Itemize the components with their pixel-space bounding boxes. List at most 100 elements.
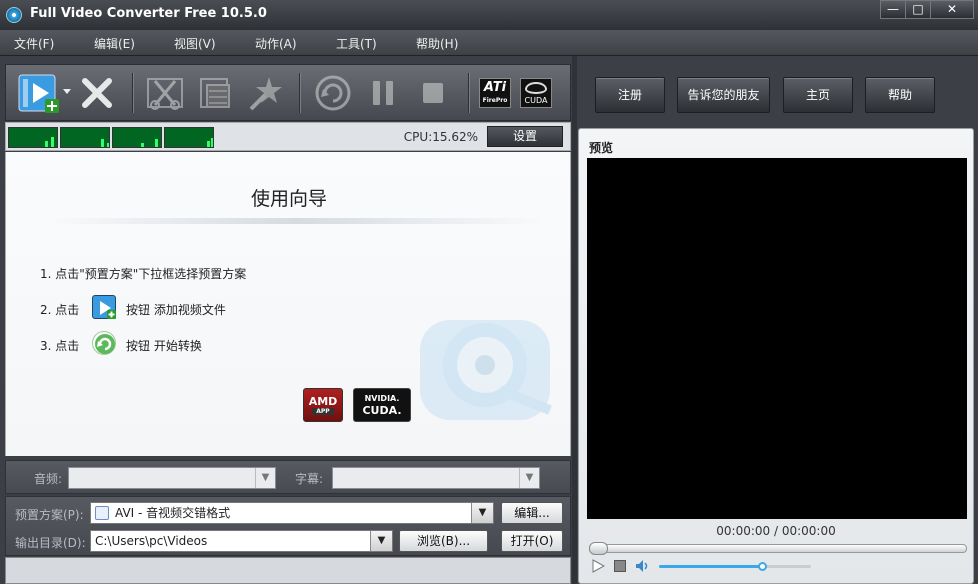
seek-thumb[interactable]: [589, 542, 608, 555]
cut-button[interactable]: [144, 71, 186, 115]
guide-step-2-suffix: 按钮 添加视频文件: [126, 303, 226, 317]
convert-hint-icon: [92, 331, 116, 355]
status-strip: CPU:15.62% 设置: [5, 122, 571, 151]
toolbar-separator: [132, 73, 133, 113]
audio-label: 音频:: [34, 472, 63, 486]
edit-preset-button[interactable]: 编辑...: [501, 502, 563, 524]
stop-icon[interactable]: [613, 559, 627, 573]
remove-icon: [82, 78, 112, 108]
browse-button[interactable]: 浏览(B)...: [399, 530, 488, 552]
nvidia-cuda-badge: NVIDIA. CUDA.: [353, 388, 411, 422]
nvidia-cuda-icon: CUDA: [520, 78, 552, 108]
effect-button[interactable]: [244, 71, 286, 115]
nvidia-cuda-label: CUDA.: [362, 404, 402, 417]
app-logo-icon: [6, 7, 22, 23]
chevron-down-icon: ▼: [370, 531, 392, 551]
ati-label: ATi: [483, 80, 507, 95]
minimize-button[interactable]: —: [880, 0, 906, 19]
guide-step-3-prefix: 3. 点击: [40, 339, 80, 353]
volume-thumb[interactable]: [758, 562, 767, 571]
pane-divider[interactable]: [572, 56, 577, 584]
menu-help[interactable]: 帮助(H): [416, 35, 458, 52]
guide-title: 使用向导: [250, 188, 327, 210]
cuda-label: CUDA: [524, 96, 548, 105]
tell-friend-button[interactable]: 告诉您的朋友: [677, 77, 770, 113]
cut-icon: [147, 78, 183, 110]
ati-firepro-icon: ATi FirePro: [479, 78, 511, 108]
chevron-down-icon: ▼: [255, 468, 275, 488]
stop-icon: [423, 83, 443, 103]
convert-button[interactable]: [312, 71, 354, 115]
menu-action[interactable]: 动作(A): [255, 35, 297, 52]
seek-bar[interactable]: [589, 544, 967, 553]
menu-view[interactable]: 视图(V): [174, 35, 216, 52]
preview-screen: [587, 158, 967, 519]
preset-file-icon: [95, 506, 109, 520]
homepage-button[interactable]: 主页: [783, 77, 853, 113]
ati-sub-label: FirePro: [482, 97, 508, 104]
settings-button[interactable]: 设置: [487, 126, 563, 147]
pause-button[interactable]: [362, 71, 404, 115]
subtitle-label: 字幕:: [295, 472, 324, 486]
subtitle-select[interactable]: ▼: [332, 467, 540, 489]
output-dir-value: C:\Users\pc\Videos: [95, 534, 208, 548]
guide-step-3-suffix: 按钮 开始转换: [126, 339, 202, 353]
bottom-strip: [5, 557, 571, 584]
effect-icon: [249, 77, 282, 111]
time-display: 00:00:00 / 00:00:00: [716, 524, 836, 538]
preset-label: 预置方案(P):: [15, 508, 84, 522]
volume-icon[interactable]: [635, 559, 649, 573]
audio-subtitle-row: 音频: ▼ 字幕: ▼: [5, 460, 571, 494]
open-folder-button[interactable]: 打开(O): [501, 530, 563, 552]
menu-bar: 文件(F) 编辑(E) 视图(V) 动作(A) 工具(T) 帮助(H): [0, 30, 978, 56]
guide-panel: 使用向导 1. 点击"预置方案"下拉框选择预置方案 2. 点击 按钮 添加视频文…: [5, 152, 571, 456]
guide-divider: [46, 218, 546, 224]
guide-step-2-prefix: 2. 点击: [40, 303, 80, 317]
pause-icon: [373, 81, 393, 105]
close-button[interactable]: ✕: [930, 0, 974, 19]
app-title: Full Video Converter Free 10.5.0: [30, 6, 267, 21]
chevron-down-icon: ▼: [471, 503, 493, 523]
cpu-meter-3: [112, 127, 162, 148]
ati-firepro-button[interactable]: ATi FirePro: [476, 71, 514, 115]
add-video-button[interactable]: [14, 71, 74, 115]
add-video-hint-icon: [92, 295, 116, 319]
menu-file[interactable]: 文件(F): [14, 35, 54, 52]
convert-icon: [315, 75, 351, 111]
toolbar: ATi FirePro CUDA: [5, 64, 571, 121]
toolbar-separator: [299, 73, 300, 113]
register-button[interactable]: 注册: [595, 77, 665, 113]
cpu-meter-2: [60, 127, 110, 148]
nvidia-label: NVIDIA.: [364, 394, 400, 403]
output-dir-field[interactable]: C:\Users\pc\Videos ▼: [90, 530, 393, 552]
preset-output-panel: 预置方案(P): AVI - 音视频交错格式 ▼ 编辑... 输出目录(D): …: [5, 496, 571, 556]
maximize-button[interactable]: □: [905, 0, 931, 19]
merge-icon: [200, 78, 230, 108]
remove-button[interactable]: [76, 71, 118, 115]
help-button[interactable]: 帮助: [865, 77, 935, 113]
menu-edit[interactable]: 编辑(E): [94, 35, 135, 52]
chevron-down-icon: ▼: [519, 468, 539, 488]
merge-button[interactable]: [194, 71, 236, 115]
toolbar-separator: [468, 73, 469, 113]
nvidia-cuda-button[interactable]: CUDA: [516, 71, 556, 115]
cpu-usage-label: CPU:15.62%: [403, 130, 478, 144]
preview-label: 预览: [589, 141, 614, 155]
guide-step-1: 1. 点击"预置方案"下拉框选择预置方案: [40, 267, 247, 281]
stop-button[interactable]: [412, 71, 454, 115]
audio-select[interactable]: ▼: [68, 467, 276, 489]
cpu-meter-1: [8, 127, 58, 148]
preset-select[interactable]: AVI - 音视频交错格式 ▼: [90, 502, 494, 524]
title-bar: Full Video Converter Free 10.5.0 — □ ✕: [0, 0, 978, 30]
play-icon[interactable]: [591, 559, 605, 573]
amd-app-badge: AMD APP: [303, 388, 343, 422]
menu-tools[interactable]: 工具(T): [336, 35, 377, 52]
preset-value: AVI - 音视频交错格式: [115, 506, 231, 520]
amd-label: AMD: [308, 394, 338, 408]
amd-sub-label: APP: [312, 407, 334, 415]
top-buttons: 注册 告诉您的朋友 主页 帮助: [578, 64, 974, 124]
volume-fill: [659, 565, 762, 568]
preview-panel: 预览 00:00:00 / 00:00:00: [578, 128, 974, 584]
output-label: 输出目录(D):: [15, 536, 86, 550]
film-reel-watermark-icon: [420, 320, 552, 420]
